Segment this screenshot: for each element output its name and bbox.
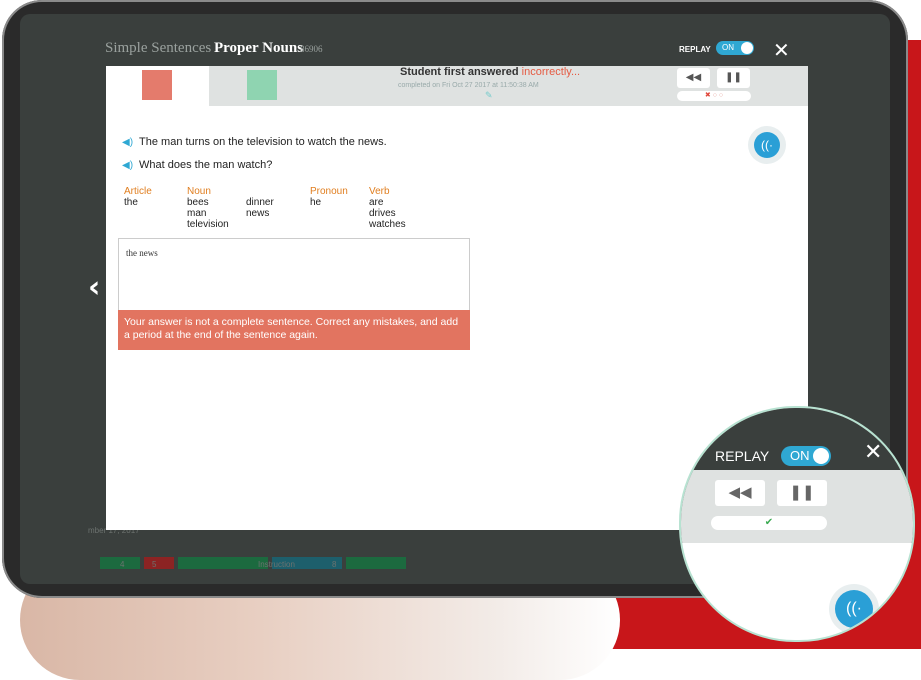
zoom-toggle-label: ON xyxy=(790,448,810,463)
page-id: 86906 xyxy=(300,44,323,54)
zoom-toggle-knob xyxy=(813,448,829,464)
prompt-sentence: ◀) The man turns on the television to wat… xyxy=(122,136,387,148)
speaker-icon[interactable]: ◀) xyxy=(122,160,133,171)
progress-incorrect-icon: ✖ xyxy=(704,92,711,99)
answer-value: the news xyxy=(126,248,158,258)
status-incorrect: incorrectly... xyxy=(521,66,581,78)
attempt-incorrect-square[interactable] xyxy=(142,70,172,100)
word-bank-pronoun: Pronoun he xyxy=(310,186,348,208)
progress-empty-icon: ○ xyxy=(718,92,724,99)
progress-empty-icon: ○ xyxy=(712,92,717,99)
toggle-label: ON xyxy=(722,43,734,52)
background-cell: 4 xyxy=(120,560,125,569)
replay-toggle[interactable]: ON xyxy=(716,41,754,55)
word-bank-verb: Verb are drives watches xyxy=(369,186,406,230)
background-cell: 8 xyxy=(332,560,337,569)
answer-input[interactable] xyxy=(118,238,470,312)
zoom-listen-icon: ((· xyxy=(835,590,873,628)
zoom-pause-icon[interactable]: ❚❚ xyxy=(777,480,827,506)
background-progress-row xyxy=(100,557,410,569)
background-cell: 5 xyxy=(152,560,157,569)
attempt-progress: ✖ ○ ○ xyxy=(677,91,751,101)
word-bank-noun: Noun bees man television xyxy=(187,186,229,230)
toggle-knob xyxy=(741,42,753,54)
check-icon: ✔ xyxy=(764,517,774,528)
status-subtitle: completed on Fri Oct 27 2017 at 11:50:38… xyxy=(398,82,539,89)
attempt-correct-square[interactable] xyxy=(247,70,277,100)
rewind-icon[interactable]: ◀◀ xyxy=(677,68,710,88)
listen-button[interactable]: ((· xyxy=(748,126,786,164)
zoom-replay-toggle[interactable]: ON xyxy=(781,446,831,466)
zoom-close-icon[interactable]: ✕ xyxy=(864,440,882,465)
zoom-replay-label: REPLAY xyxy=(715,448,770,464)
background-cell: Instruction xyxy=(258,560,295,569)
prompt-question: ◀) What does the man watch? xyxy=(122,159,273,171)
zoom-listen-button[interactable]: ((· xyxy=(829,584,879,634)
replay-label: REPLAY xyxy=(679,45,711,54)
status-title: Student first answered incorrectly... xyxy=(400,66,581,78)
word-bank-noun-2: dinner news xyxy=(246,197,274,219)
zoom-progress: ✔ xyxy=(711,516,827,530)
breadcrumb: Simple Sentences xyxy=(105,40,212,56)
prev-arrow-icon[interactable]: ‹ xyxy=(88,270,100,305)
pencil-icon: ✎ xyxy=(485,90,493,100)
zoom-rewind-icon[interactable]: ◀◀ xyxy=(715,480,765,506)
pause-icon[interactable]: ❚❚ xyxy=(717,68,750,88)
listen-icon: ((· xyxy=(754,132,780,158)
word-bank-article: Article the xyxy=(124,186,152,208)
error-message: Your answer is not a complete sentence. … xyxy=(118,310,470,350)
zoom-callout: REPLAY ON ✕ ◀◀ ❚❚ ✔ ((· xyxy=(679,406,915,642)
close-icon[interactable]: ✕ xyxy=(773,38,790,62)
speaker-icon[interactable]: ◀) xyxy=(122,137,133,148)
page-title: Proper Nouns xyxy=(214,40,304,56)
